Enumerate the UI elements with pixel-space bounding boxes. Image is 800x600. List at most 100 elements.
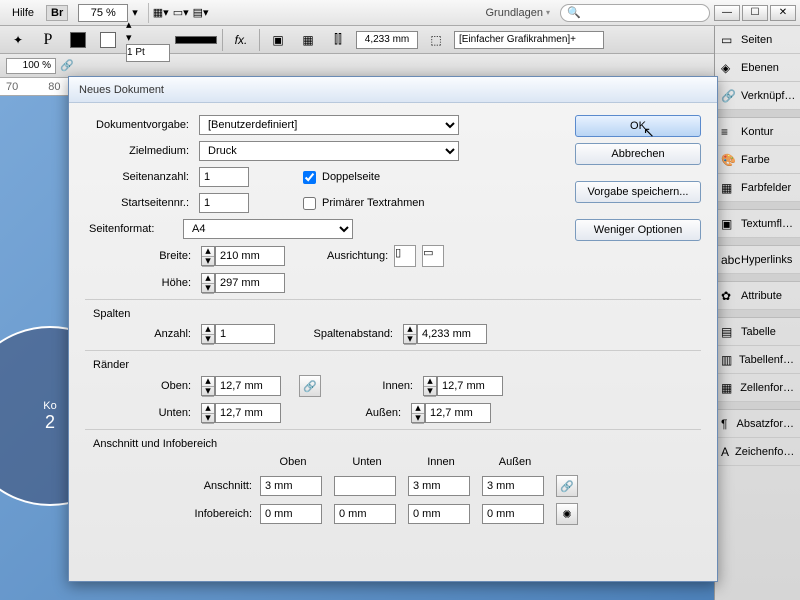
link-slug-button[interactable]: ✺: [556, 503, 578, 525]
measure-input[interactable]: [356, 31, 418, 49]
link-margins-button[interactable]: 🔗: [299, 375, 321, 397]
slug-bottom-input[interactable]: [334, 504, 396, 524]
fewer-options-button[interactable]: Weniger Optionen: [575, 219, 701, 241]
panel-seiten[interactable]: ▭Seiten: [715, 26, 800, 54]
save-preset-button[interactable]: Vorgabe speichern...: [575, 181, 701, 203]
label-facing: Doppelseite: [322, 171, 380, 183]
frame-icon[interactable]: ⬚: [424, 29, 448, 51]
panel-attribute[interactable]: ✿Attribute: [715, 282, 800, 310]
bleed-bottom-input[interactable]: [334, 476, 396, 496]
search-input[interactable]: 🔍: [560, 4, 710, 22]
wrap2-icon[interactable]: ▦: [296, 29, 320, 51]
height-input[interactable]: [215, 273, 285, 293]
screen-mode-icon[interactable]: ▭▾: [173, 6, 189, 19]
panel-icon: ▦: [721, 181, 735, 195]
panel-icon: ▥: [721, 353, 733, 367]
gutter-input[interactable]: [417, 324, 487, 344]
percent-input[interactable]: 100 %: [6, 58, 56, 74]
margin-inside-input[interactable]: [437, 376, 503, 396]
fx-icon[interactable]: fx.: [229, 29, 253, 51]
frame-style-dropdown[interactable]: [454, 31, 604, 49]
minimize-button[interactable]: —: [714, 5, 740, 21]
landscape-button[interactable]: ▭: [422, 245, 444, 267]
arrange-icon[interactable]: ▤▾: [193, 6, 209, 19]
panel-icon: ▣: [721, 217, 735, 231]
margin-outside-input[interactable]: [425, 403, 491, 423]
link-bleed-button[interactable]: 🔗: [556, 475, 578, 497]
primary-frame-checkbox[interactable]: [303, 197, 316, 210]
link-icon[interactable]: 🔗: [60, 59, 74, 72]
label-slug: Infobereich:: [183, 501, 255, 527]
section-columns: Spalten: [93, 308, 701, 320]
label-bottom: Unten:: [135, 407, 195, 419]
margin-top-input[interactable]: [215, 376, 281, 396]
column-count-input[interactable]: [215, 324, 275, 344]
cancel-button[interactable]: Abbrechen: [575, 143, 701, 165]
panel-icon: ▦: [721, 381, 734, 395]
page-size-dropdown[interactable]: A4: [183, 219, 353, 239]
facing-pages-checkbox[interactable]: [303, 171, 316, 184]
close-button[interactable]: ✕: [770, 5, 796, 21]
portrait-button[interactable]: ▯: [394, 245, 416, 267]
panel-kontur[interactable]: ≡Kontur: [715, 118, 800, 146]
panel-icon: ◈: [721, 61, 735, 75]
stroke-style[interactable]: [176, 37, 216, 43]
bleed-inside-input[interactable]: [408, 476, 470, 496]
bleed-top-input[interactable]: [260, 476, 322, 496]
label-orientation: Ausrichtung:: [327, 250, 388, 262]
slug-top-input[interactable]: [260, 504, 322, 524]
panel-icon: A: [721, 445, 729, 459]
panel-icon: ¶: [721, 417, 731, 431]
start-page-input[interactable]: [199, 193, 249, 213]
menubar: Hilfe Br ▾ ▦▾ ▭▾ ▤▾ Grundlagen▾ 🔍 — ☐ ✕: [0, 0, 800, 26]
panel-textumfl[interactable]: ▣Textumfl…: [715, 210, 800, 238]
bridge-button[interactable]: Br: [46, 5, 68, 21]
label-width: Breite:: [135, 250, 195, 262]
new-document-dialog: Neues Dokument OK↖ Abbrechen Vorgabe spe…: [68, 76, 718, 582]
preset-dropdown[interactable]: [Benutzerdefiniert]: [199, 115, 459, 135]
panel-icon: ≡: [721, 125, 735, 139]
wrap-icon[interactable]: ▣: [266, 29, 290, 51]
control-toolbar: ✦ P ▴▾ fx. ▣ ▦ ⫿⫿ ⬚ ◀▶: [0, 26, 800, 54]
search-icon: 🔍: [567, 6, 581, 19]
fill-swatch[interactable]: [70, 32, 86, 48]
bleed-outside-input[interactable]: [482, 476, 544, 496]
label-count: Anzahl:: [135, 328, 195, 340]
stroke-weight-input[interactable]: [126, 44, 170, 62]
panel-icon: ▭: [721, 33, 735, 47]
label-outside: Außen:: [345, 407, 405, 419]
panel-tabelle[interactable]: ▤Tabelle: [715, 318, 800, 346]
panel-dock: ▭Seiten◈Ebenen🔗Verknüpf… ≡Kontur🎨Farbe▦Fa…: [714, 26, 800, 600]
stroke-swatch[interactable]: [100, 32, 116, 48]
ok-button[interactable]: OK↖: [575, 115, 701, 137]
panel-zellenfor[interactable]: ▦Zellenfor…: [715, 374, 800, 402]
margin-bottom-input[interactable]: [215, 403, 281, 423]
tool-icon[interactable]: ✦: [6, 29, 30, 51]
slug-inside-input[interactable]: [408, 504, 470, 524]
pages-input[interactable]: [199, 167, 249, 187]
slug-outside-input[interactable]: [482, 504, 544, 524]
panel-icon: 🎨: [721, 153, 735, 167]
label-gutter: Spaltenabstand:: [307, 328, 397, 340]
panel-farbe[interactable]: 🎨Farbe: [715, 146, 800, 174]
panel-verknpf[interactable]: 🔗Verknüpf…: [715, 82, 800, 110]
section-margins: Ränder: [93, 359, 701, 371]
panel-icon: ▤: [721, 325, 735, 339]
label-start: Startseitennr.:: [85, 197, 193, 209]
tool-text-icon[interactable]: P: [36, 29, 60, 51]
menu-help[interactable]: Hilfe: [4, 4, 42, 22]
label-pages: Seitenanzahl:: [85, 171, 193, 183]
maximize-button[interactable]: ☐: [742, 5, 768, 21]
zoom-input[interactable]: [78, 4, 128, 22]
cols-icon[interactable]: ⫿⫿: [326, 29, 350, 51]
panel-absatzfor[interactable]: ¶Absatzfor…: [715, 410, 800, 438]
width-input[interactable]: [215, 246, 285, 266]
panel-zeichenfo[interactable]: AZeichenfo…: [715, 438, 800, 466]
dialog-titlebar[interactable]: Neues Dokument: [69, 77, 717, 103]
panel-tabellenf[interactable]: ▥Tabellenf…: [715, 346, 800, 374]
panel-ebenen[interactable]: ◈Ebenen: [715, 54, 800, 82]
intent-dropdown[interactable]: Druck: [199, 141, 459, 161]
workspace-dropdown[interactable]: Grundlagen▾: [479, 7, 556, 19]
panel-hyperlinks[interactable]: abcHyperlinks: [715, 246, 800, 274]
panel-farbfelder[interactable]: ▦Farbfelder: [715, 174, 800, 202]
